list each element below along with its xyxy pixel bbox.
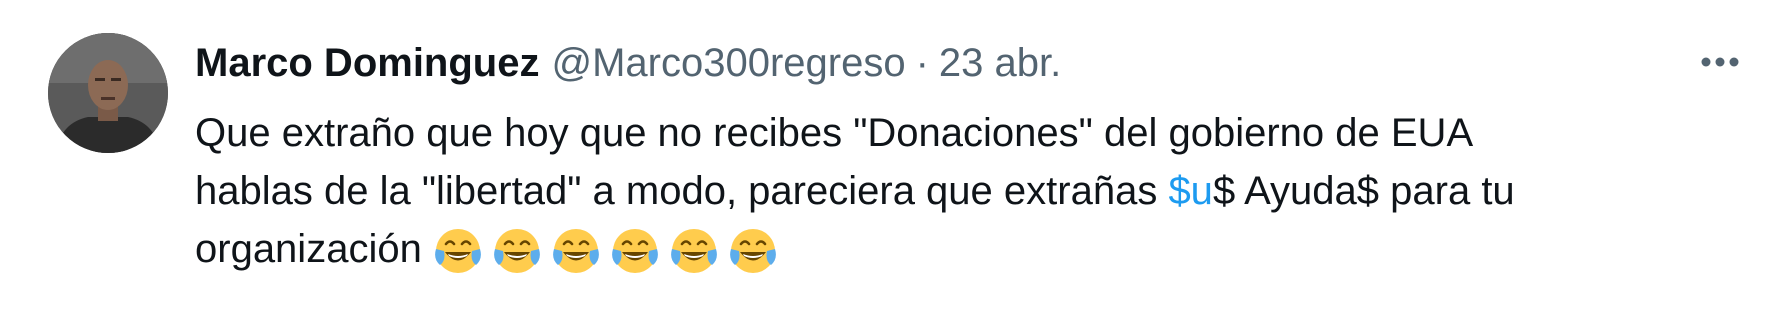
tears-of-joy-emoji-icon [727,225,779,277]
emoji-group [432,225,786,277]
tears-of-joy-emoji-icon [609,225,661,277]
tears-of-joy-emoji-icon [432,225,484,277]
author-handle[interactable]: @Marco300regreso [551,41,905,86]
more-horizontal-icon [1701,57,1739,67]
tears-of-joy-emoji-icon [550,225,602,277]
author-name[interactable]: Marco Dominguez [195,41,539,86]
timestamp[interactable]: 23 abr. [939,41,1061,86]
tears-of-joy-emoji-icon [491,225,543,277]
tweet-text-line-3: organización [195,220,1755,278]
more-options-button[interactable] [1690,42,1750,82]
tweet-card[interactable]: Marco Dominguez @Marco300regreso · 23 ab… [0,0,1780,315]
tweet-text-segment: $ Ayuda$ para tu [1212,169,1515,213]
cashtag-link[interactable]: $u [1168,169,1213,213]
tears-of-joy-emoji-icon [668,225,720,277]
tweet-text-line-1: Que extraño que hoy que no recibes "Dona… [195,111,1474,155]
tweet-header: Marco Dominguez @Marco300regreso · 23 ab… [195,38,1061,88]
separator-dot: · [915,40,929,85]
tweet-text-segment: organización [195,227,422,271]
tweet-text: Que extraño que hoy que no recibes "Dona… [195,104,1755,278]
avatar[interactable] [48,33,168,153]
tweet-text-segment: hablas de la "libertad" a modo, parecier… [195,169,1169,213]
tweet-text-line-2: hablas de la "libertad" a modo, parecier… [195,162,1755,220]
